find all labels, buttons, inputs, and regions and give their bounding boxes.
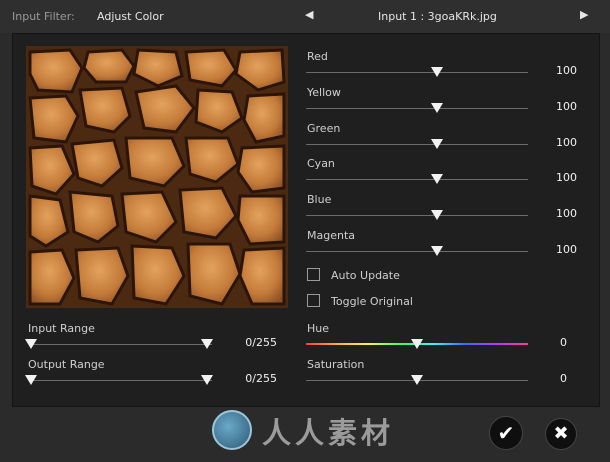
yellow-value: 100 <box>556 100 577 113</box>
close-icon: ✖ <box>553 423 569 444</box>
cyan-slider-thumb[interactable] <box>431 174 443 184</box>
magenta-label: Magenta <box>307 229 356 242</box>
auto-update-checkbox[interactable] <box>307 268 320 281</box>
output-range-track[interactable] <box>30 380 212 381</box>
green-label: Green <box>307 122 341 135</box>
blue-slider-track[interactable] <box>306 215 528 216</box>
hue-value: 0 <box>560 336 567 349</box>
hue-label: Hue <box>307 322 330 335</box>
input-range-high-thumb[interactable] <box>201 339 213 349</box>
red-slider-thumb[interactable] <box>431 67 443 77</box>
next-input-icon[interactable]: ▶ <box>580 8 588 21</box>
blue-slider-thumb[interactable] <box>431 210 443 220</box>
ok-button[interactable]: ✔ <box>489 416 523 450</box>
input-range-label: Input Range <box>28 322 95 335</box>
input-range-value: 0/255 <box>245 336 277 349</box>
yellow-slider-track[interactable] <box>306 108 528 109</box>
toggle-original-checkbox[interactable] <box>307 294 320 307</box>
cyan-label: Cyan <box>307 157 335 170</box>
input-range-track[interactable] <box>30 344 212 345</box>
saturation-label: Saturation <box>307 358 365 371</box>
checkmark-icon: ✔ <box>497 421 515 445</box>
toggle-original-label: Toggle Original <box>331 295 413 308</box>
green-value: 100 <box>556 136 577 149</box>
red-label: Red <box>307 50 328 63</box>
cyan-value: 100 <box>556 171 577 184</box>
input-name: Input 1 : 3goaKRk.jpg <box>378 10 497 23</box>
blue-value: 100 <box>556 207 577 220</box>
yellow-label: Yellow <box>307 86 341 99</box>
top-bar: Input Filter: Adjust Color ◀ Input 1 : 3… <box>0 0 610 33</box>
magenta-value: 100 <box>556 243 577 256</box>
watermark-logo-icon <box>212 410 252 450</box>
saturation-value: 0 <box>560 372 567 385</box>
input-filter-label: Input Filter: <box>12 10 75 23</box>
green-slider-thumb[interactable] <box>431 139 443 149</box>
output-range-label: Output Range <box>28 358 105 371</box>
cyan-slider-track[interactable] <box>306 179 528 180</box>
input-range-low-thumb[interactable] <box>25 339 37 349</box>
blue-label: Blue <box>307 193 332 206</box>
preview-image <box>26 46 288 308</box>
red-slider-track[interactable] <box>306 72 528 73</box>
auto-update-label: Auto Update <box>331 269 400 282</box>
input-filter-value[interactable]: Adjust Color <box>97 10 164 23</box>
red-value: 100 <box>556 64 577 77</box>
output-range-low-thumb[interactable] <box>25 375 37 385</box>
yellow-slider-thumb[interactable] <box>431 103 443 113</box>
previous-input-icon[interactable]: ◀ <box>305 8 313 21</box>
magenta-slider-thumb[interactable] <box>431 246 443 256</box>
cancel-button[interactable]: ✖ <box>545 418 577 450</box>
magenta-slider-track[interactable] <box>306 251 528 252</box>
output-range-high-thumb[interactable] <box>201 375 213 385</box>
output-range-value: 0/255 <box>245 372 277 385</box>
hue-slider-thumb[interactable] <box>411 339 423 349</box>
watermark-text: 人人素材 <box>262 416 395 450</box>
saturation-slider-thumb[interactable] <box>411 375 423 385</box>
green-slider-track[interactable] <box>306 144 528 145</box>
